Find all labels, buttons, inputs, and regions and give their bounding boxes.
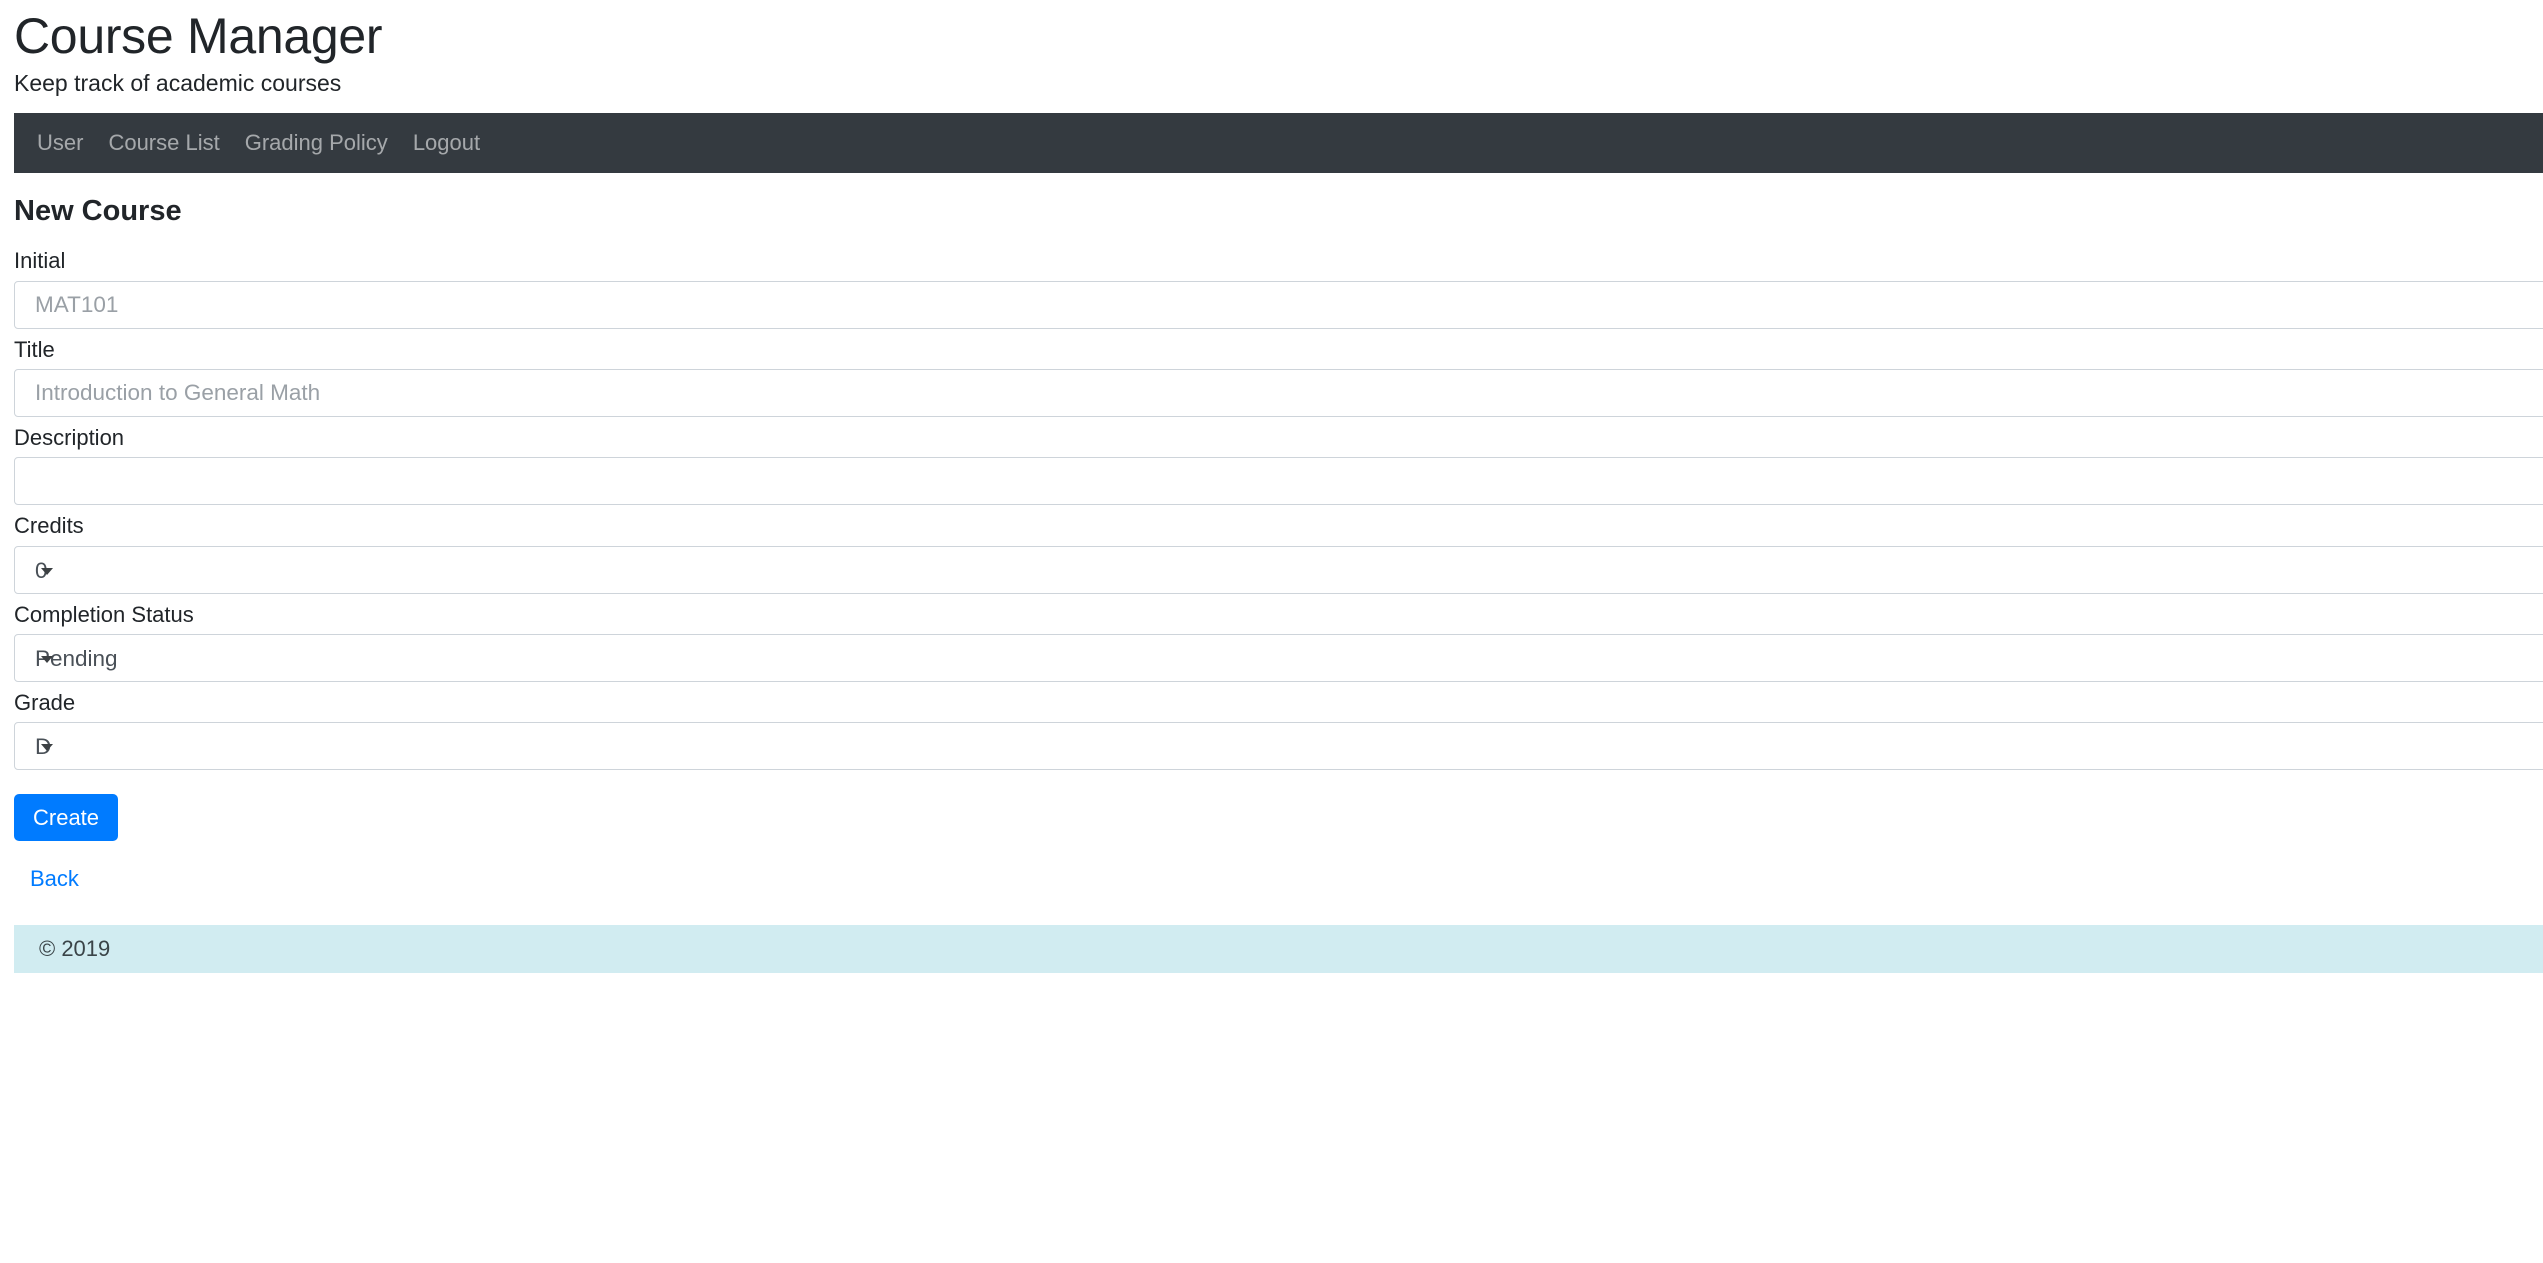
initial-label: Initial [14, 248, 66, 274]
app-subtitle: Keep track of academic courses [14, 69, 342, 96]
chevron-down-icon [41, 744, 53, 752]
chevron-down-icon [41, 567, 53, 575]
form-group-initial: Initial [14, 248, 2543, 329]
nav-item-course-list[interactable]: Course List [108, 131, 219, 154]
form-group-description: Description [14, 424, 2543, 506]
grade-label: Grade [14, 690, 76, 716]
description-label: Description [14, 424, 125, 450]
create-button[interactable]: Create [14, 794, 119, 842]
masthead: Course Manager Keep track of academic co… [0, 0, 2543, 96]
nav-item-user[interactable]: User [37, 131, 83, 154]
back-link-container: Back [14, 866, 2543, 892]
back-link[interactable]: Back [30, 866, 79, 891]
page-footer: © 2019 [14, 925, 2543, 974]
title-input[interactable] [14, 368, 2543, 417]
initial-input[interactable] [14, 280, 2543, 329]
nav-item-logout[interactable]: Logout [413, 131, 480, 154]
footer-copyright: © 2019 [39, 936, 111, 962]
form-group-grade: Grade D [14, 690, 2543, 771]
credits-select[interactable]: 0 [14, 545, 2543, 594]
grade-select[interactable]: D [14, 722, 2543, 771]
credits-label: Credits [14, 513, 84, 539]
description-input[interactable] [14, 457, 2543, 506]
main-content: New Course Initial Title Description Cre… [0, 173, 2543, 893]
completion-status-select[interactable]: Pending [14, 634, 2543, 683]
form-group-title: Title [14, 337, 2543, 417]
title-label: Title [14, 336, 55, 362]
app-title: Course Manager [14, 8, 383, 64]
page-title: New Course [14, 194, 182, 227]
form-group-completion-status: Completion Status Pending [14, 601, 2543, 683]
completion-status-label: Completion Status [14, 601, 194, 627]
form-group-credits: Credits 0 [14, 513, 2543, 594]
nav-item-grading-policy[interactable]: Grading Policy [245, 131, 388, 154]
main-navbar: User Course List Grading Policy Logout [14, 112, 2543, 173]
chevron-down-icon [41, 656, 53, 664]
page-root: Course Manager Keep track of academic co… [0, 0, 2543, 974]
